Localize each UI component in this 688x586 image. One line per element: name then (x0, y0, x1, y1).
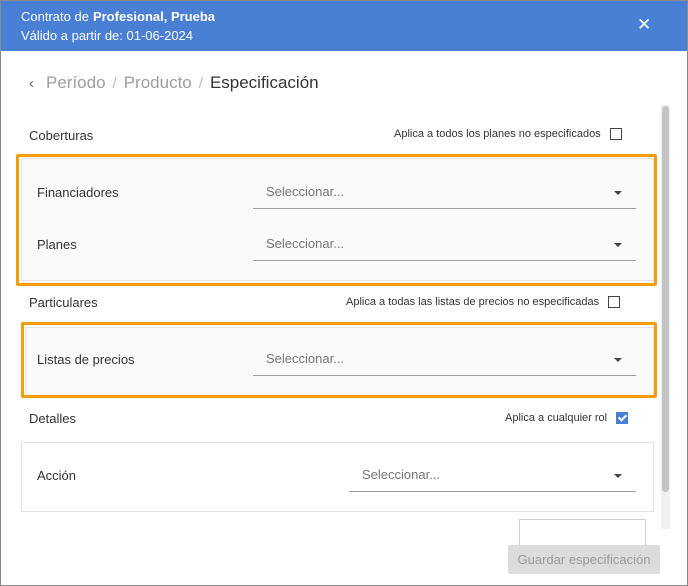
scrollbar-thumb[interactable] (662, 106, 669, 492)
highlight-coberturas (16, 154, 657, 286)
dialog: Contrato de Profesional, Prueba Válido a … (0, 0, 688, 586)
apply-all-plans[interactable]: Aplica a todos los planes no especificad… (394, 128, 622, 141)
breadcrumb: ‹ Período / Producto / Especificación (29, 73, 319, 93)
dialog-header: Contrato de Profesional, Prueba Válido a … (1, 1, 687, 51)
accion-label: Acción (37, 468, 77, 483)
close-icon[interactable]: ✕ (637, 15, 651, 35)
breadcrumb-periodo[interactable]: Período (46, 73, 106, 92)
contract-prefix: Contrato de (21, 9, 89, 24)
accion-placeholder: Seleccionar... (362, 467, 441, 482)
contract-name: Profesional, Prueba (92, 9, 216, 24)
apply-all-plans-checkbox[interactable] (609, 128, 622, 141)
apply-all-price-lists-checkbox[interactable] (608, 296, 621, 309)
section-title-coberturas: Coberturas (29, 128, 94, 143)
apply-any-role[interactable]: Aplica a cualquier rol (505, 412, 629, 425)
save-specification-button[interactable]: Guardar especificación (508, 545, 660, 574)
apply-all-price-lists[interactable]: Aplica a todas las listas de precios no … (346, 296, 621, 309)
breadcrumb-producto[interactable]: Producto (124, 73, 192, 92)
chevron-left-icon[interactable]: ‹ (29, 75, 34, 92)
highlight-particulares (21, 322, 657, 398)
breadcrumb-separator: / (112, 75, 117, 92)
contract-title: Contrato de Profesional, Prueba (21, 9, 215, 24)
apply-all-plans-label: Aplica a todos los planes no especificad… (394, 128, 601, 141)
apply-any-role-checkbox[interactable] (616, 412, 629, 425)
section-title-particulares: Particulares (29, 295, 98, 310)
apply-all-price-lists-label: Aplica a todas las listas de precios no … (346, 296, 600, 309)
valid-from: Válido a partir de: 01-06-2024 (21, 28, 194, 43)
breadcrumb-separator: / (198, 75, 203, 92)
section-title-detalles: Detalles (29, 411, 76, 426)
caret-down-icon (614, 474, 622, 478)
breadcrumb-especificacion: Especificación (209, 73, 319, 92)
apply-any-role-label: Aplica a cualquier rol (505, 412, 608, 425)
accion-select[interactable]: Seleccionar... (349, 463, 636, 492)
